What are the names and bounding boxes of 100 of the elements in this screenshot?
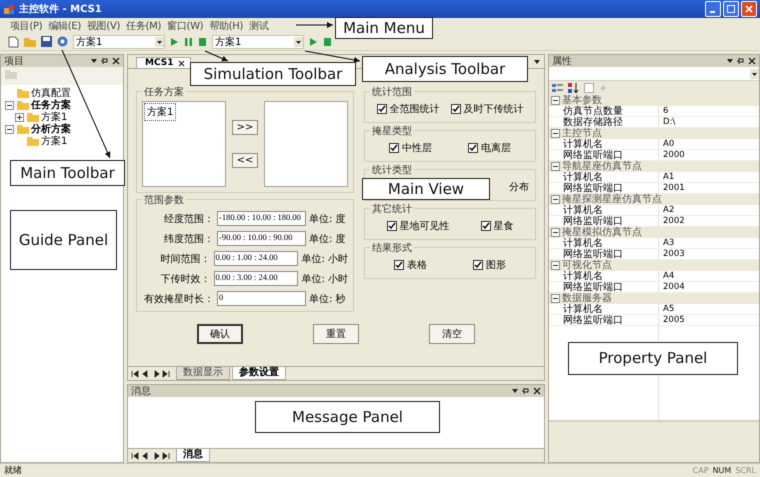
property-value[interactable]: 2004 <box>663 282 685 292</box>
expander-icon[interactable] <box>5 124 14 134</box>
property-value[interactable]: A4 <box>663 271 674 281</box>
caret-icon[interactable] <box>750 68 759 78</box>
menu-item[interactable]: 编辑(E) <box>48 18 81 32</box>
checkbox[interactable] <box>386 221 396 231</box>
menu-item[interactable]: 项目(P) <box>10 18 42 32</box>
stop-icon[interactable] <box>198 36 207 46</box>
form-button[interactable]: 重置 <box>313 324 359 344</box>
caret-icon[interactable] <box>294 36 303 46</box>
group-title: 范围参数 <box>142 193 186 207</box>
property-name: 网络监听端口 <box>563 315 623 326</box>
checkbox-label: 全范围统计 <box>390 102 440 116</box>
tree-item[interactable]: 方案1 <box>41 134 68 148</box>
callout-label: Simulation Toolbar <box>190 62 356 86</box>
form-button[interactable]: 清空 <box>429 324 475 344</box>
checkbox[interactable] <box>389 143 399 153</box>
input-field[interactable]: -180.00 : 10.00 : 180.00 <box>217 211 306 226</box>
checkbox[interactable] <box>450 104 460 114</box>
close-icon[interactable] <box>178 60 186 66</box>
checkbox[interactable] <box>394 260 404 270</box>
pause-icon[interactable] <box>184 36 193 46</box>
menu-item[interactable]: 视图(V) <box>86 18 120 32</box>
pin-icon[interactable] <box>737 57 745 65</box>
expander-icon[interactable] <box>5 100 14 110</box>
property-value[interactable]: D:\ <box>663 117 676 127</box>
property-value[interactable]: 2001 <box>663 183 685 193</box>
expander-icon[interactable] <box>551 195 560 204</box>
expander-icon[interactable] <box>551 228 560 237</box>
minimize-button[interactable] <box>705 1 721 17</box>
new-file-icon[interactable] <box>8 36 19 48</box>
tree-item[interactable]: 任务方案 <box>31 98 71 112</box>
tree-item[interactable]: 仿真配置 <box>31 86 71 100</box>
play-icon[interactable] <box>309 36 318 46</box>
property-value[interactable]: 2002 <box>663 216 685 226</box>
dropdown-icon[interactable] <box>533 58 541 66</box>
stop-icon[interactable] <box>323 36 332 46</box>
close-button[interactable] <box>741 1 757 17</box>
checkbox[interactable] <box>473 260 483 270</box>
expander-icon[interactable] <box>551 129 560 138</box>
tree-item[interactable]: 分析方案 <box>31 122 71 136</box>
input-field[interactable]: 0 <box>217 291 306 306</box>
caret-icon[interactable] <box>155 36 164 46</box>
document-tab[interactable]: MCS1 <box>136 57 192 68</box>
property-category[interactable]: 主控节点 <box>562 128 602 138</box>
tree-item[interactable]: 方案1 <box>41 110 68 124</box>
expander-icon[interactable] <box>551 261 560 270</box>
property-value[interactable]: A5 <box>663 304 674 314</box>
expander-icon[interactable] <box>551 96 560 105</box>
menu-item[interactable]: 任务(M) <box>126 18 162 32</box>
close-icon[interactable] <box>533 387 541 395</box>
dropdown-icon[interactable] <box>90 57 98 65</box>
form-button[interactable]: 确认 <box>197 324 243 344</box>
sheet-tab[interactable]: 数据显示 <box>176 367 230 380</box>
categorized-icon[interactable] <box>552 83 563 93</box>
menu-item[interactable]: 测试 <box>249 18 268 32</box>
pin-icon[interactable] <box>101 57 109 65</box>
property-value[interactable]: 2005 <box>663 315 685 325</box>
property-category[interactable]: 基本参数 <box>562 96 602 106</box>
list-box[interactable] <box>264 101 348 187</box>
list-item[interactable]: 方案1 <box>144 103 176 121</box>
move-button[interactable]: >> <box>232 120 258 135</box>
property-value[interactable]: 2003 <box>663 249 685 259</box>
checkbox[interactable] <box>480 221 490 231</box>
help-icon[interactable] <box>57 36 68 47</box>
save-icon[interactable] <box>41 36 52 47</box>
move-button[interactable]: << <box>232 153 258 168</box>
list-box[interactable]: 方案1 <box>142 101 226 187</box>
menu-item[interactable]: 帮助(H) <box>209 18 244 32</box>
panel-title: 项目 <box>4 55 24 68</box>
property-value[interactable]: 2000 <box>663 150 685 160</box>
expander-icon[interactable] <box>15 112 24 122</box>
property-value[interactable]: A1 <box>663 172 674 182</box>
close-icon[interactable] <box>748 57 756 65</box>
scheme-dropdown[interactable]: 方案1 <box>73 34 165 48</box>
input-field[interactable]: 0.00 : 1.00 : 24.00 <box>214 251 298 266</box>
sheet-tab[interactable]: 消息 <box>176 449 210 462</box>
checkbox[interactable] <box>468 143 478 153</box>
property-value[interactable]: A0 <box>663 139 674 149</box>
checkbox[interactable] <box>376 104 386 114</box>
tab-navigation-icon[interactable] <box>131 370 171 378</box>
menu-item[interactable]: 窗口(W) <box>167 18 204 32</box>
input-field[interactable]: -90.00 : 10.00 : 90.00 <box>217 231 306 246</box>
expander-icon[interactable] <box>551 294 560 303</box>
property-value[interactable]: A3 <box>663 238 674 248</box>
sort-icon[interactable] <box>568 83 579 93</box>
property-value[interactable]: A2 <box>663 205 674 215</box>
dropdown-icon[interactable] <box>511 387 519 395</box>
input-field[interactable]: 0.00 : 3.00 : 24.00 <box>214 271 298 286</box>
close-icon[interactable] <box>112 57 120 65</box>
expander-icon[interactable] <box>551 162 560 171</box>
tab-navigation-icon[interactable] <box>131 452 171 460</box>
dropdown-icon[interactable] <box>726 57 734 65</box>
status-indicator: CAP <box>692 466 709 475</box>
play-icon[interactable] <box>170 36 179 46</box>
sheet-tab[interactable]: 参数设置 <box>232 367 286 380</box>
scheme-dropdown[interactable]: 方案1 <box>212 34 304 48</box>
maximize-button[interactable] <box>723 1 739 17</box>
pin-icon[interactable] <box>522 387 530 395</box>
property-value[interactable]: 6 <box>663 106 668 116</box>
